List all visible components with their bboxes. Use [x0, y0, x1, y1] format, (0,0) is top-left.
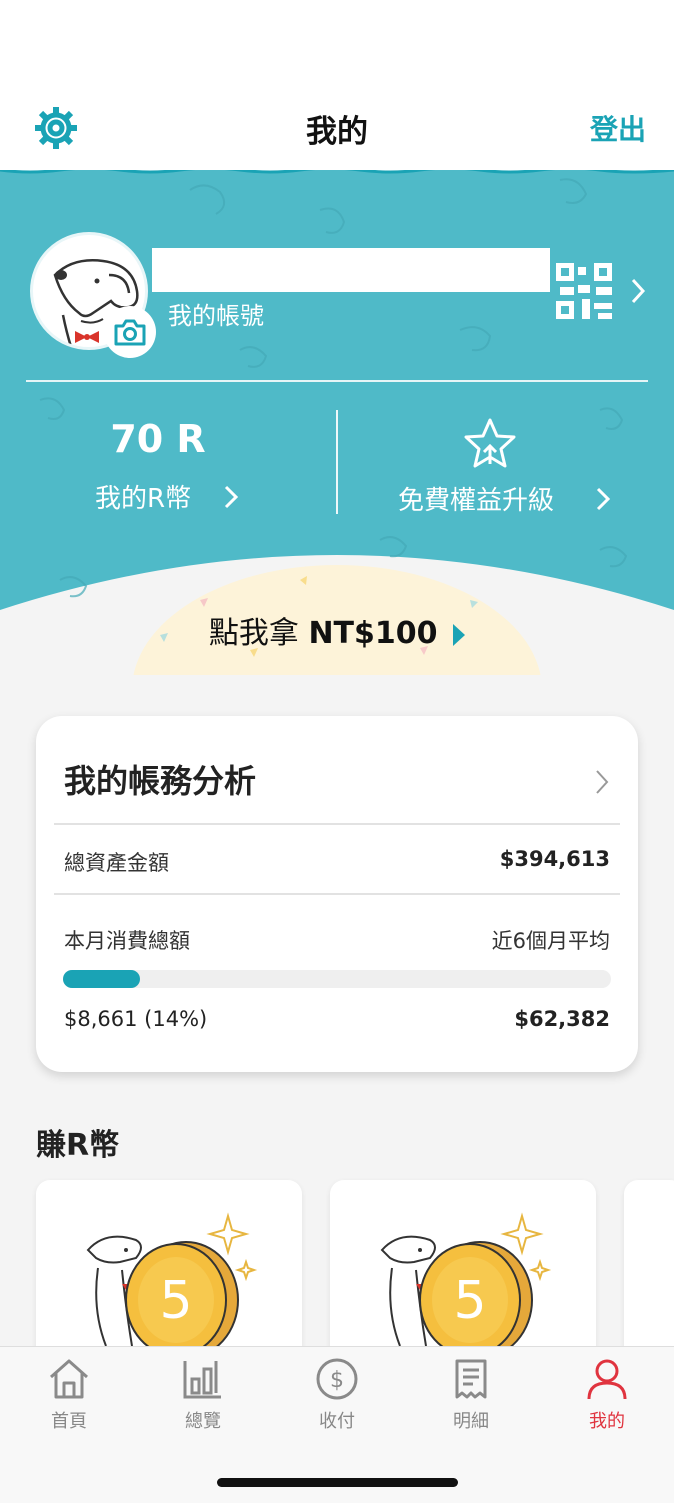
analysis-title: 我的帳務分析 [64, 762, 257, 800]
account-analysis-card[interactable]: 我的帳務分析 總資產金額 $394,613 本月消費總額 近6個月平均 $8,6… [36, 716, 638, 1072]
upgrade-chevron-icon[interactable] [594, 485, 612, 513]
six-month-avg-value: $62,382 [514, 1007, 610, 1031]
bar-chart-icon [183, 1361, 221, 1399]
nav-item-home[interactable]: 首頁 [14, 1357, 124, 1433]
promo-prefix: 點我拿 [208, 616, 299, 651]
play-arrow-icon [453, 623, 466, 646]
header-divider [26, 380, 648, 382]
nav-label-mine: 我的 [589, 1411, 625, 1432]
nav-item-payment[interactable]: $ 收付 [282, 1357, 392, 1433]
user-icon [587, 1359, 627, 1400]
analysis-divider [54, 893, 620, 895]
total-assets-value: $394,613 [499, 847, 610, 871]
r-coin-chevron-icon[interactable] [222, 483, 240, 511]
profile-header: 我的帳號 70 R 我的R幣 免費權益升級 點我拿 NT$100 [0, 170, 674, 675]
stats-divider [336, 410, 338, 514]
earn-task-card[interactable] [624, 1180, 674, 1370]
spend-progress-fill [63, 970, 140, 988]
dog-coin-icon: 5 [380, 1212, 552, 1359]
qr-code-button[interactable] [556, 263, 612, 319]
upgrade-link[interactable]: 免費權益升級 [398, 480, 554, 517]
dollar-coin-icon: $ [316, 1358, 358, 1400]
promo-amount: NT$100 [308, 616, 438, 651]
analysis-chevron-icon[interactable] [594, 768, 610, 796]
dog-coin-icon: 5 [86, 1212, 258, 1359]
promo-button[interactable]: 點我拿 NT$100 [0, 608, 674, 652]
earn-task-card[interactable]: 5 [36, 1180, 302, 1370]
coin-number: 5 [159, 1271, 192, 1331]
nav-item-mine[interactable]: 我的 [552, 1357, 662, 1433]
spend-value: $8,661 (14%) [64, 1007, 208, 1031]
qr-code-icon [556, 263, 612, 319]
nav-label-home: 首頁 [51, 1411, 87, 1432]
nav-label-payment: 收付 [319, 1411, 355, 1432]
home-indicator [217, 1478, 458, 1487]
earn-section-title: 賺R幣 [36, 1128, 120, 1163]
star-upgrade-icon [464, 418, 516, 468]
account-name-field [152, 248, 550, 292]
nav-label-overview: 總覽 [185, 1411, 221, 1432]
nav-label-details: 明細 [453, 1411, 489, 1432]
camera-icon [114, 319, 146, 346]
total-assets-label: 總資產金額 [64, 851, 169, 875]
home-icon [50, 1359, 88, 1399]
analysis-divider [54, 823, 620, 825]
account-label: 我的帳號 [168, 302, 264, 330]
r-coin-link[interactable]: 我的R幣 [95, 478, 191, 515]
monthly-spend-label: 本月消費總額 [64, 929, 190, 953]
receipt-icon [455, 1359, 487, 1399]
nav-item-details[interactable]: 明細 [416, 1357, 526, 1433]
svg-text:$: $ [330, 1368, 344, 1393]
page-title: 我的 [306, 114, 368, 150]
logout-button[interactable]: 登出 [590, 108, 646, 148]
earn-task-card[interactable]: 5 [330, 1180, 596, 1370]
r-coin-value: 70 R [110, 417, 206, 461]
spend-progress-bar [63, 970, 611, 988]
top-bar: 我的 登出 [0, 0, 674, 172]
camera-button[interactable] [104, 306, 156, 358]
coin-number: 5 [453, 1271, 486, 1331]
nav-item-overview[interactable]: 總覽 [148, 1357, 258, 1433]
six-month-avg-label: 近6個月平均 [491, 929, 610, 953]
profile-chevron-icon[interactable] [628, 276, 648, 306]
